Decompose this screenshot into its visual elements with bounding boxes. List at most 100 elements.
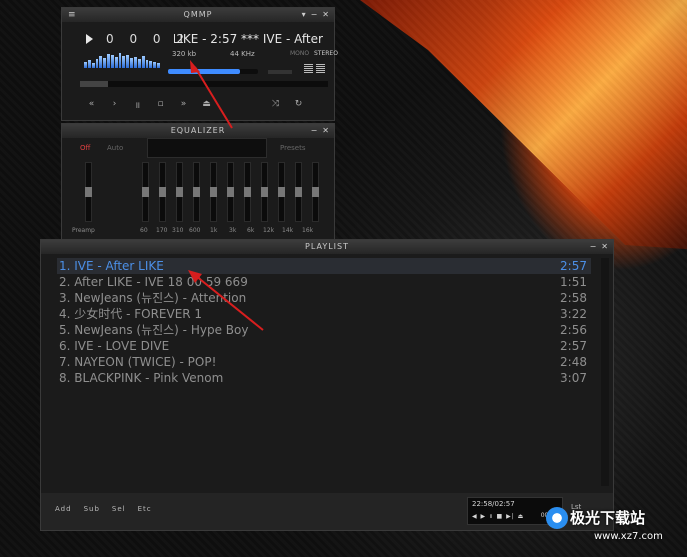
slider-knob[interactable] bbox=[278, 187, 285, 197]
playlist-row[interactable]: 2. After LIKE - IVE 18 00 59 669 1:51 bbox=[57, 274, 591, 290]
seek-bar[interactable] bbox=[80, 81, 328, 87]
playlist-row[interactable]: 8. BLACKPINK - Pink Venom 3:07 bbox=[57, 370, 591, 386]
eq-labels: Preamp 60 170 310 600 1k 3k 6k 12k 14k 16k bbox=[62, 227, 334, 237]
title-marquee: After LIKE - 2:57 *** IVE - After LIKE bbox=[174, 32, 324, 46]
eq-curve-graph bbox=[147, 138, 267, 158]
spectrum-bar bbox=[130, 58, 133, 68]
mono-indicator: MONO bbox=[290, 50, 310, 57]
eq-band-slider[interactable] bbox=[176, 162, 183, 222]
slider-knob[interactable] bbox=[261, 187, 268, 197]
player-titlebar[interactable]: ≡ QMMP ▾ − ✕ bbox=[62, 8, 334, 22]
playlist-titlebar[interactable]: PLAYLIST − ✕ bbox=[41, 240, 613, 254]
play-button[interactable]: › bbox=[103, 99, 126, 109]
preamp-slider[interactable] bbox=[85, 162, 92, 222]
spectrum-bar bbox=[114, 57, 118, 68]
previous-button[interactable]: « bbox=[80, 99, 103, 109]
player-title: QMMP bbox=[183, 10, 213, 19]
sub-button[interactable]: Sub bbox=[84, 505, 100, 513]
playlist-row[interactable]: 6. IVE - LOVE DIVE 2:57 bbox=[57, 338, 591, 354]
eject-button[interactable]: ⏏ bbox=[195, 99, 218, 109]
spectrum-bar bbox=[103, 58, 107, 68]
eq-band-slider[interactable] bbox=[142, 162, 149, 222]
repeat-button[interactable]: ↻ bbox=[287, 99, 310, 109]
eq-band-slider[interactable] bbox=[261, 162, 268, 222]
player-window: ≡ QMMP ▾ − ✕ 0 0 0 2 After LIKE - 2:57 *… bbox=[61, 7, 338, 121]
eq-band-label: 3k bbox=[229, 227, 237, 234]
spectrum-bar bbox=[141, 56, 145, 68]
playlist-title: PLAYLIST bbox=[305, 242, 349, 251]
playlist-toggle-icon[interactable] bbox=[316, 64, 325, 74]
track-duration: 3:22 bbox=[560, 307, 587, 321]
slider-knob[interactable] bbox=[227, 187, 234, 197]
slider-knob[interactable] bbox=[312, 187, 319, 197]
eq-band-slider[interactable] bbox=[227, 162, 234, 222]
close-icon[interactable]: ✕ bbox=[322, 124, 330, 138]
slider-knob[interactable] bbox=[85, 187, 92, 197]
spectrum-bar bbox=[99, 56, 103, 68]
eq-band-label: 310 bbox=[172, 227, 184, 234]
equalizer-title: EQUALIZER bbox=[170, 126, 226, 135]
eq-band-slider[interactable] bbox=[244, 162, 251, 222]
slider-knob[interactable] bbox=[159, 187, 166, 197]
watermark-text: 极光下载站 bbox=[570, 509, 646, 527]
equalizer-titlebar[interactable]: EQUALIZER − ✕ bbox=[62, 124, 334, 138]
playlist-row[interactable]: 7. NAYEON (TWICE) - POP! 2:48 bbox=[57, 354, 591, 370]
close-icon[interactable]: ✕ bbox=[322, 8, 330, 22]
slider-knob[interactable] bbox=[193, 187, 200, 197]
eq-band-label: Preamp bbox=[72, 227, 95, 234]
spectrum-bar bbox=[157, 63, 160, 68]
stop-button[interactable]: ▫ bbox=[149, 99, 172, 109]
pause-button[interactable]: ॥ bbox=[126, 98, 149, 111]
spectrum-bar bbox=[153, 62, 157, 68]
volume-fill bbox=[168, 69, 240, 74]
slider-knob[interactable] bbox=[244, 187, 251, 197]
eq-auto-button[interactable]: Auto bbox=[107, 144, 123, 152]
next-button[interactable]: » bbox=[172, 99, 195, 109]
eq-band-slider[interactable] bbox=[312, 162, 319, 222]
eq-band-label: 170 bbox=[156, 227, 168, 234]
playlist-row[interactable]: 5. NewJeans (뉴진스) - Hype Boy 2:56 bbox=[57, 322, 591, 338]
spectrum-bar bbox=[95, 59, 99, 68]
eq-band-slider[interactable] bbox=[210, 162, 217, 222]
spectrum-visualizer[interactable] bbox=[84, 50, 160, 68]
minimize-icon[interactable]: − bbox=[311, 8, 319, 22]
playlist-scrollbar[interactable] bbox=[601, 258, 609, 486]
shuffle-button[interactable]: ⤨ bbox=[264, 99, 287, 109]
track-duration: 2:56 bbox=[560, 323, 587, 337]
eq-band-slider[interactable] bbox=[193, 162, 200, 222]
eq-band-slider[interactable] bbox=[278, 162, 285, 222]
eq-sliders bbox=[82, 162, 332, 224]
playlist-row[interactable]: 3. NewJeans (뉴진스) - Attention 2:58 bbox=[57, 290, 591, 306]
seek-thumb[interactable] bbox=[80, 81, 108, 87]
equalizer-toggle-icon[interactable] bbox=[304, 64, 313, 74]
track-duration: 2:58 bbox=[560, 291, 587, 305]
playlist-row[interactable]: 1. IVE - After LIKE 2:57 bbox=[57, 258, 591, 274]
balance-slider[interactable] bbox=[268, 70, 292, 74]
menu-icon[interactable]: ≡ bbox=[68, 8, 77, 22]
sel-button[interactable]: Sel bbox=[112, 505, 126, 513]
track-title: 1. IVE - After LIKE bbox=[59, 259, 164, 273]
stereo-indicator: STEREO bbox=[314, 50, 338, 57]
close-icon[interactable]: ✕ bbox=[601, 240, 609, 254]
spectrum-bar bbox=[122, 56, 126, 68]
eq-band-slider[interactable] bbox=[159, 162, 166, 222]
slider-knob[interactable] bbox=[210, 187, 217, 197]
add-button[interactable]: Add bbox=[55, 505, 72, 513]
slider-knob[interactable] bbox=[295, 187, 302, 197]
samplerate: 44 KHz bbox=[230, 50, 255, 58]
eq-band-slider[interactable] bbox=[295, 162, 302, 222]
eq-presets-button[interactable]: Presets bbox=[280, 144, 305, 152]
slider-knob[interactable] bbox=[176, 187, 183, 197]
shade-icon[interactable]: ▾ bbox=[302, 8, 307, 22]
slider-knob[interactable] bbox=[142, 187, 149, 197]
eq-off-button[interactable]: Off bbox=[80, 144, 90, 152]
etc-button[interactable]: Etc bbox=[138, 505, 152, 513]
minimize-icon[interactable]: − bbox=[590, 240, 598, 254]
track-title: 2. After LIKE - IVE 18 00 59 669 bbox=[59, 275, 248, 289]
track-title: 4. 少女时代 - FOREVER 1 bbox=[59, 307, 203, 321]
mini-controls[interactable]: ◀ ▶ ॥ ■ ▶| ⏏ bbox=[472, 512, 524, 520]
volume-slider[interactable] bbox=[168, 69, 258, 74]
minimize-icon[interactable]: − bbox=[311, 124, 319, 138]
playlist-row[interactable]: 4. 少女时代 - FOREVER 1 3:22 bbox=[57, 306, 591, 322]
spectrum-bar bbox=[87, 60, 91, 68]
